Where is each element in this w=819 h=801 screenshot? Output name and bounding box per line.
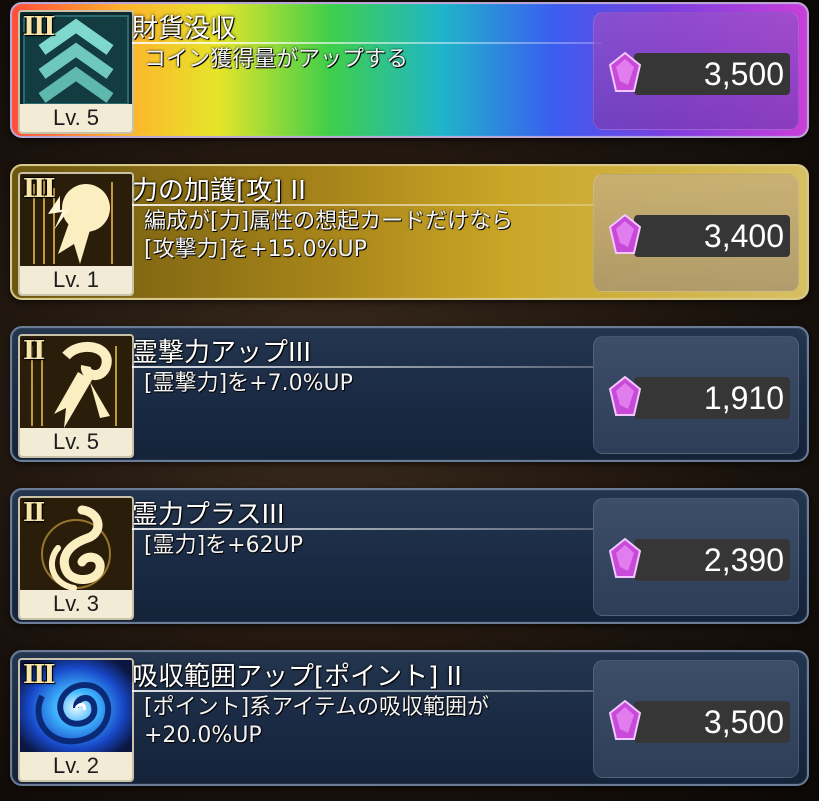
rank-numeral: II — [23, 498, 45, 528]
title-divider — [132, 690, 602, 692]
level-label: Lv. 5 — [20, 104, 132, 132]
skill-icon-frame: III Lv. 1 — [18, 172, 134, 296]
rank-numeral: III — [23, 174, 55, 204]
rank-numeral: II — [23, 336, 45, 366]
price-value: 2,390 — [703, 542, 784, 578]
level-label: Lv. 5 — [20, 428, 132, 456]
level-label: Lv. 1 — [20, 266, 132, 294]
price-value: 3,400 — [703, 218, 784, 254]
skill-card-coin-gain[interactable]: III Lv. 5 財貨没収 コイン獲得量がアップする 3,500 — [10, 2, 809, 138]
skill-card-spirit-strike[interactable]: II Lv. 5 霊撃力アップIII [霊撃力]を+7.0%UP 1,910 — [10, 326, 809, 462]
level-label: Lv. 2 — [20, 752, 132, 780]
skill-description: コイン獲得量がアップする — [144, 47, 409, 72]
price-value: 3,500 — [703, 56, 784, 92]
price-button[interactable]: 1,910 — [593, 336, 799, 454]
skill-description: 編成が[力]属性の想起カードだけなら [攻撃力]を+15.0%UP — [144, 209, 514, 262]
price-button[interactable]: 3,500 — [593, 12, 799, 130]
skill-title: 吸収範囲アップ[ポイント] II — [132, 662, 462, 692]
skill-description: [霊撃力]を+7.0%UP — [144, 371, 353, 396]
price-button[interactable]: 3,400 — [593, 174, 799, 292]
rank-numeral: III — [23, 12, 55, 42]
price-value: 1,910 — [703, 380, 784, 416]
skill-title: 力の加護[攻] II — [132, 176, 306, 206]
price-button[interactable]: 3,500 — [593, 660, 799, 778]
skill-description: [霊力]を+62UP — [144, 533, 303, 558]
skill-title: 霊撃力アップIII — [132, 338, 312, 368]
skill-card-absorb-range[interactable]: III Lv. 2 吸収範囲アップ[ポイント] II [ポイント]系アイテムの吸… — [10, 650, 809, 786]
skill-icon-frame: II Lv. 5 — [18, 334, 134, 458]
skill-description: [ポイント]系アイテムの吸収範囲が +20.0%UP — [144, 695, 489, 748]
skill-card-power-blessing[interactable]: III Lv. 1 力の加護[攻] II 編成が[力]属性の想起カードだけなら … — [10, 164, 809, 300]
skill-shop-list: III Lv. 5 財貨没収 コイン獲得量がアップする 3,500 III Lv… — [0, 0, 819, 801]
price-button[interactable]: 2,390 — [593, 498, 799, 616]
title-divider — [132, 204, 602, 206]
skill-icon-frame: III Lv. 2 — [18, 658, 134, 782]
skill-icon-frame: II Lv. 3 — [18, 496, 134, 620]
skill-icon-frame: III Lv. 5 — [18, 10, 134, 134]
skill-title: 霊力プラスIII — [132, 500, 285, 530]
price-value: 3,500 — [703, 704, 784, 740]
title-divider — [132, 366, 602, 368]
title-divider — [132, 528, 602, 530]
rank-numeral: III — [23, 660, 55, 690]
title-divider — [132, 42, 602, 44]
skill-title: 財貨没収 — [132, 14, 237, 44]
level-label: Lv. 3 — [20, 590, 132, 618]
skill-card-spirit-plus[interactable]: II Lv. 3 霊力プラスIII [霊力]を+62UP 2,390 — [10, 488, 809, 624]
